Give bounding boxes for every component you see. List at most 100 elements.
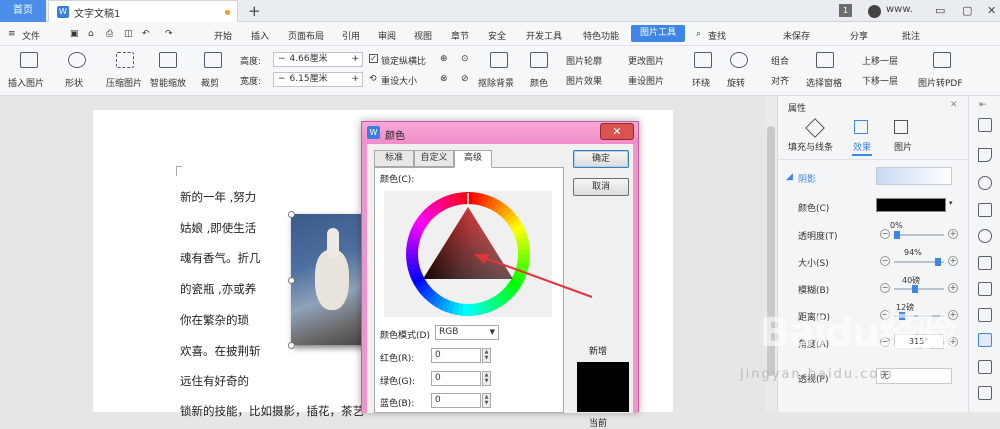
group-button[interactable]: 组合: [771, 54, 789, 67]
green-input[interactable]: 0: [431, 371, 481, 386]
panel-tab-effect[interactable]: 效果: [853, 140, 871, 153]
shadow-color-dropdown-icon[interactable]: ▾: [949, 199, 953, 207]
share-button[interactable]: 分享: [850, 29, 868, 42]
bring-forward-button[interactable]: 上移一层: [862, 54, 898, 67]
minimize-icon[interactable]: ▭: [935, 4, 945, 17]
color-wheel-area[interactable]: [384, 191, 552, 317]
transparency-plus[interactable]: +: [948, 229, 958, 239]
lock-ratio-label[interactable]: 锁定纵横比: [381, 54, 426, 67]
tab-home[interactable]: 首页: [0, 0, 46, 22]
settings-sliders-icon[interactable]: [978, 333, 992, 347]
image-effect-button[interactable]: 图片效果: [566, 74, 602, 87]
color-button[interactable]: 颜色: [530, 76, 548, 89]
chart-icon[interactable]: [978, 308, 992, 322]
select-cursor-icon[interactable]: [978, 148, 992, 162]
close-icon[interactable]: ✕: [987, 4, 996, 17]
tab-standard[interactable]: 标准: [374, 150, 414, 167]
restore-icon[interactable]: ▢: [962, 4, 972, 17]
menu-dev-tools[interactable]: 开发工具: [526, 29, 562, 42]
edit-tool-icon[interactable]: [978, 118, 992, 132]
shape-tool-icon[interactable]: [978, 203, 992, 217]
blur-slider[interactable]: [894, 288, 944, 290]
undo-icon[interactable]: ↶: [142, 29, 150, 39]
unsaved-button[interactable]: 未保存: [783, 29, 810, 42]
height-input[interactable]: −4.66厘米 +: [273, 52, 363, 67]
green-spinner[interactable]: ▲ ▼: [482, 371, 491, 386]
vertical-scrollbar[interactable]: [765, 96, 777, 412]
tab-custom[interactable]: 自定义: [414, 150, 454, 167]
blur-knob[interactable]: [911, 285, 918, 293]
panel-close-icon[interactable]: ✕: [950, 100, 958, 110]
size-minus[interactable]: −: [880, 256, 890, 266]
transparency-knob[interactable]: [894, 231, 900, 239]
ok-button[interactable]: 确定: [573, 150, 629, 168]
dialog-titlebar[interactable]: W 颜色 ✕: [362, 122, 638, 144]
menu-security[interactable]: 安全: [488, 29, 506, 42]
blue-input[interactable]: 0: [431, 393, 481, 408]
document-icon[interactable]: [978, 360, 992, 374]
preview-icon[interactable]: ◫: [124, 29, 133, 39]
location-icon[interactable]: [978, 176, 992, 190]
hamburger-icon[interactable]: ≡: [8, 29, 16, 39]
panel-pin-icon[interactable]: ⇤: [979, 100, 987, 110]
add-node-icon[interactable]: ⊕: [440, 54, 448, 64]
lock-ratio-checkbox[interactable]: ✓: [369, 54, 378, 63]
menu-insert[interactable]: 插入: [251, 29, 269, 42]
resize-handle-tl[interactable]: [288, 211, 295, 218]
transparency-slider[interactable]: [894, 234, 944, 236]
align-button[interactable]: 对齐: [771, 74, 789, 87]
send-backward-button[interactable]: 下移一层: [862, 74, 898, 87]
reset-image-button[interactable]: 重设图片: [628, 74, 664, 87]
remove-bg-button[interactable]: 抠除背景: [478, 76, 514, 89]
panel-tab-picture[interactable]: 图片: [894, 140, 912, 153]
reset-size-button[interactable]: 重设大小: [381, 74, 417, 87]
blur-plus[interactable]: +: [948, 283, 958, 293]
folder-icon[interactable]: ⌂: [88, 29, 94, 39]
shadow-collapse-icon[interactable]: ◢: [786, 172, 793, 182]
redo-icon[interactable]: ↷: [165, 29, 173, 39]
panel-tab-fill[interactable]: 填充与线条: [788, 140, 833, 153]
change-image-button[interactable]: 更改图片: [628, 54, 664, 67]
cancel-button[interactable]: 取消: [573, 178, 629, 196]
gallery-icon[interactable]: [978, 282, 992, 296]
dialog-close-button[interactable]: ✕: [600, 123, 634, 140]
rotate-button[interactable]: 旋转: [727, 76, 745, 89]
resize-handle-ml[interactable]: [288, 277, 295, 284]
edit-node-icon[interactable]: ⊙: [461, 54, 469, 64]
search-button[interactable]: 查找: [708, 29, 726, 42]
menu-view[interactable]: 视图: [414, 29, 432, 42]
size-plus[interactable]: +: [948, 256, 958, 266]
shadow-color-swatch[interactable]: [876, 198, 946, 212]
share-tool-icon[interactable]: [978, 386, 992, 400]
color-mode-select[interactable]: RGB ▼: [435, 325, 499, 340]
comment-button[interactable]: 批注: [902, 29, 920, 42]
save-icon[interactable]: ▣: [70, 29, 79, 39]
avatar[interactable]: [868, 5, 881, 18]
insert-image-button[interactable]: 插入图片: [8, 76, 44, 89]
node-icon-2[interactable]: ⊗: [440, 74, 448, 84]
menu-start[interactable]: 开始: [214, 29, 232, 42]
print-icon[interactable]: ⎙: [106, 29, 113, 39]
to-pdf-button[interactable]: 图片转PDF: [918, 76, 963, 89]
search-icon[interactable]: ⌕: [696, 29, 701, 39]
smart-scale-button[interactable]: 智能缩放: [150, 76, 186, 89]
globe-icon[interactable]: [978, 229, 992, 243]
width-input[interactable]: −6.15厘米 +: [273, 72, 363, 87]
size-knob[interactable]: [935, 258, 942, 266]
shadow-preset-dropdown[interactable]: [876, 167, 952, 185]
menu-special[interactable]: 特色功能: [583, 29, 619, 42]
compress-button[interactable]: 压缩图片: [106, 76, 142, 89]
file-menu[interactable]: 文件: [22, 29, 40, 42]
menu-page-layout[interactable]: 页面布局: [288, 29, 324, 42]
menu-picture-tools[interactable]: 图片工具: [631, 25, 686, 42]
red-spinner[interactable]: ▲ ▼: [482, 348, 491, 363]
layout-icon[interactable]: [978, 256, 992, 270]
user-name[interactable]: www.: [886, 4, 913, 15]
transparency-minus[interactable]: −: [880, 229, 890, 239]
shape-button[interactable]: 形状: [65, 76, 83, 89]
image-outline-button[interactable]: 图片轮廓: [566, 54, 602, 67]
new-tab-button[interactable]: +: [248, 2, 261, 20]
red-input[interactable]: 0: [431, 348, 481, 363]
blur-minus[interactable]: −: [880, 283, 890, 293]
menu-chapter[interactable]: 章节: [451, 29, 469, 42]
